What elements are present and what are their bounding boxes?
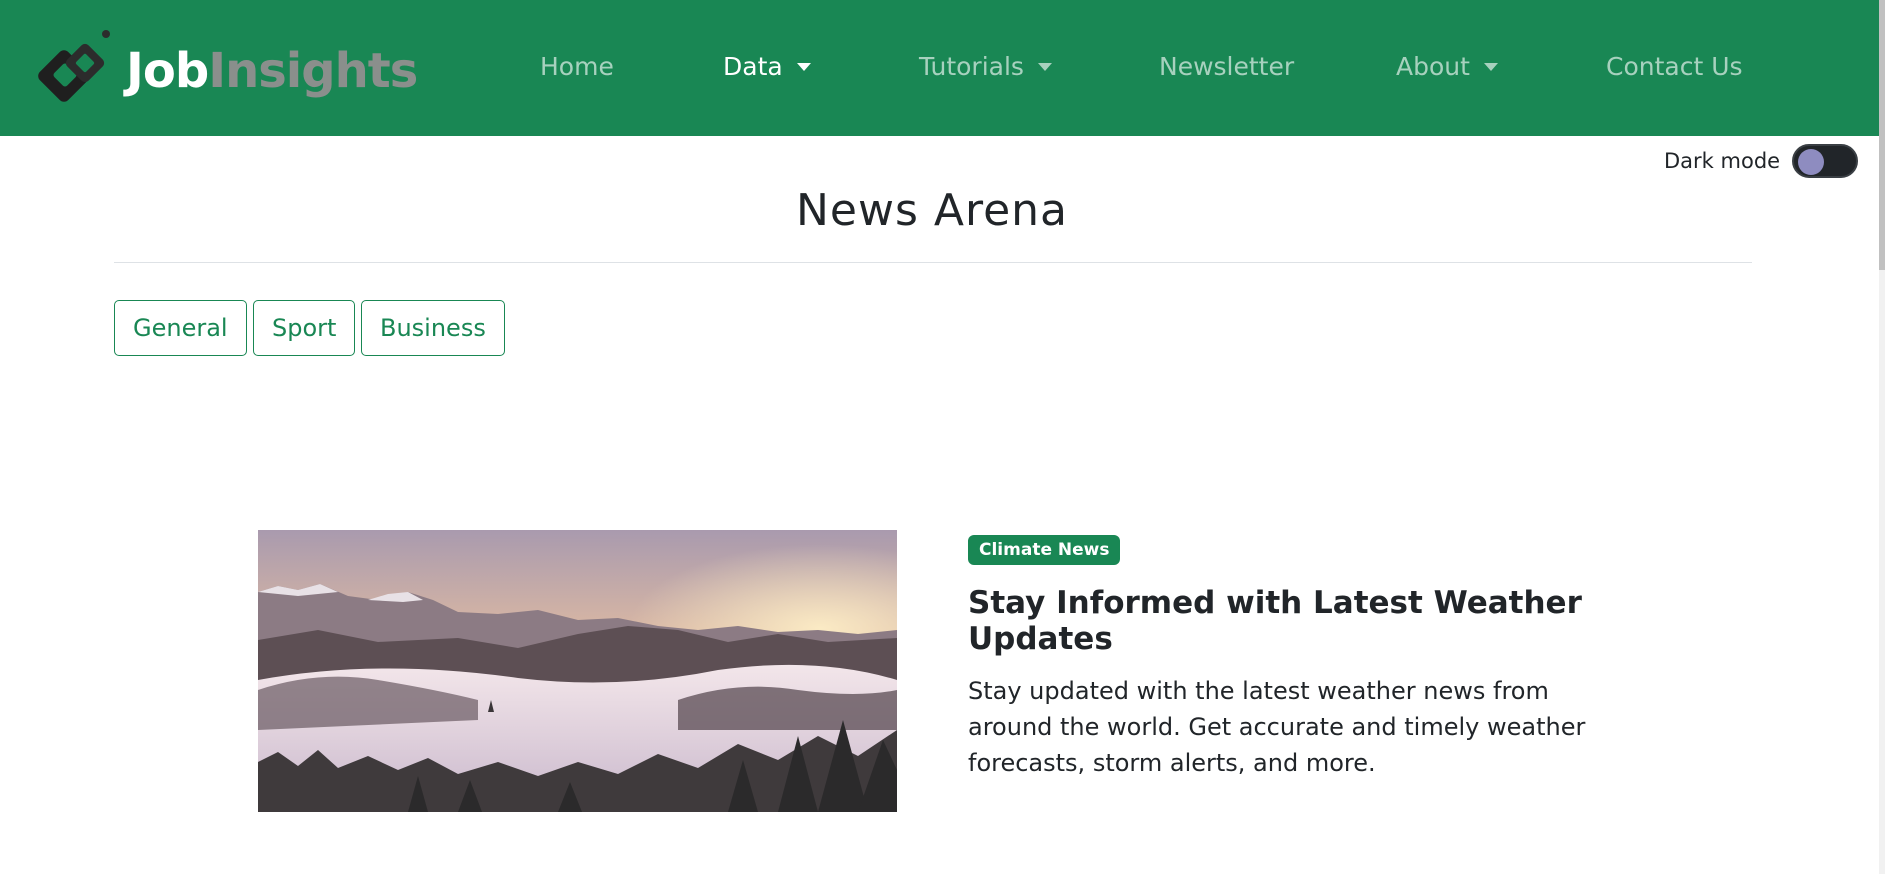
title-divider <box>114 262 1752 263</box>
article-summary: Stay updated with the latest weather new… <box>968 677 1586 777</box>
chevron-down-icon <box>796 62 811 71</box>
category-sport-button[interactable]: Sport <box>253 300 356 356</box>
top-navbar: JobInsights Home Data Tutorials Newslett… <box>0 0 1879 136</box>
dark-mode-toggle[interactable] <box>1792 144 1859 178</box>
category-general-button[interactable]: General <box>114 300 247 356</box>
article-headline[interactable]: Stay Informed with Latest Weather Update… <box>968 585 1608 657</box>
nav-home-link[interactable]: Home <box>540 52 614 81</box>
foggy-mountains-photo <box>258 530 897 812</box>
main-nav: Home Data Tutorials Newsletter About Con… <box>0 0 1879 136</box>
nav-newsletter-link[interactable]: Newsletter <box>1159 52 1294 81</box>
dark-mode-label: Dark mode <box>1664 149 1781 173</box>
nav-tutorials-label: Tutorials <box>919 52 1024 81</box>
article-category-badge: Climate News <box>968 535 1121 565</box>
article-image[interactable] <box>258 530 897 812</box>
nav-about-label: About <box>1396 52 1470 81</box>
nav-data-label: Data <box>723 52 783 81</box>
chevron-down-icon <box>1483 62 1498 71</box>
scrollbar-thumb[interactable] <box>1879 0 1885 270</box>
chevron-down-icon <box>1037 62 1052 71</box>
page-title: News Arena <box>795 185 1069 236</box>
nav-data-dropdown[interactable]: Data <box>723 52 811 81</box>
toggle-knob <box>1798 149 1825 175</box>
dark-mode-control: Dark mode <box>1664 144 1859 178</box>
nav-contact-link[interactable]: Contact Us <box>1606 52 1743 81</box>
nav-tutorials-dropdown[interactable]: Tutorials <box>919 52 1052 81</box>
nav-about-dropdown[interactable]: About <box>1396 52 1498 81</box>
page-scrollbar[interactable] <box>1879 0 1885 874</box>
category-business-button[interactable]: Business <box>361 300 505 356</box>
